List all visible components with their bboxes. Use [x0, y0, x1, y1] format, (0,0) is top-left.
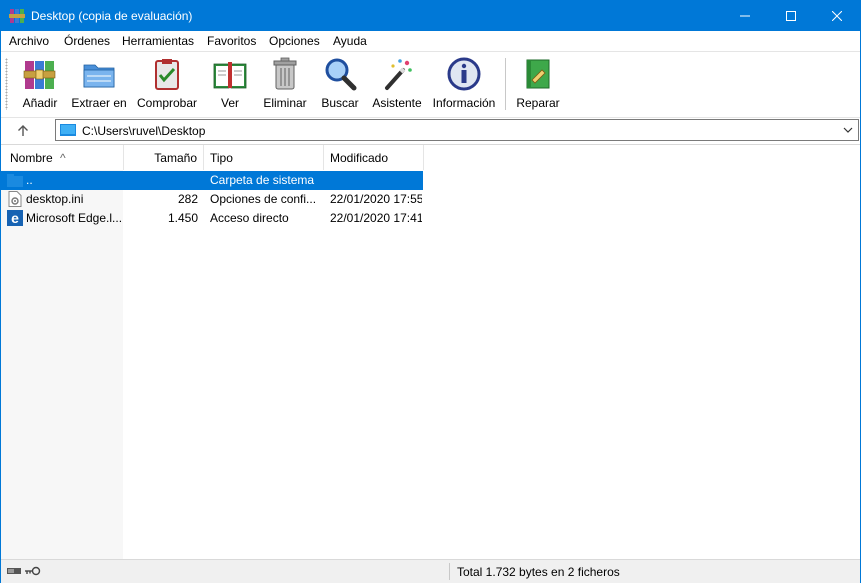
column-modified-label: Modificado [330, 151, 389, 165]
status-divider [449, 563, 450, 580]
info-label: Información [432, 96, 496, 110]
menu-ayuda[interactable]: Ayuda [333, 34, 367, 48]
address-path: C:\Users\ruvel\Desktop [82, 124, 206, 138]
find-label: Buscar [321, 96, 359, 110]
status-total: Total 1.732 bytes en 2 ficheros [457, 565, 620, 579]
key-icon[interactable] [25, 566, 41, 576]
winrar-app-icon[interactable] [9, 8, 25, 24]
view-button[interactable]: Ver [208, 56, 252, 114]
maximize-button[interactable] [768, 1, 814, 31]
row-name: desktop.ini [26, 192, 84, 206]
table-row[interactable]: e Microsoft Edge.l... 1.450 Acceso direc… [1, 209, 423, 228]
wizard-button[interactable]: Asistente [371, 56, 423, 114]
delete-button[interactable]: Eliminar [261, 56, 309, 114]
add-button[interactable]: Añadir [21, 56, 59, 114]
svg-text:e: e [11, 210, 19, 226]
toolbar: Añadir Extraer en Comprobar Ver Eliminar… [1, 52, 860, 116]
up-folder-button[interactable] [13, 122, 33, 140]
info-icon [447, 57, 481, 91]
menu-bar: Archivo Órdenes Herramientas Favoritos O… [1, 31, 860, 52]
test-label: Comprobar [136, 96, 198, 110]
row-type: Carpeta de sistema [210, 173, 315, 187]
row-name: .. [26, 173, 33, 187]
add-label: Añadir [22, 96, 58, 110]
settings-file-icon [8, 191, 22, 207]
menu-favoritos[interactable]: Favoritos [207, 34, 256, 48]
info-button[interactable]: Información [431, 56, 497, 114]
column-header-modified[interactable]: Modificado [324, 145, 424, 170]
address-field[interactable]: C:\Users\ruvel\Desktop [55, 119, 859, 141]
repair-button[interactable]: Reparar [516, 56, 560, 114]
view-book-icon [213, 62, 247, 89]
column-name-label: Nombre [10, 151, 53, 165]
magnifier-icon [325, 58, 357, 91]
wizard-label: Asistente [372, 96, 422, 110]
test-button[interactable]: Comprobar [135, 56, 199, 114]
toolbar-grip[interactable] [5, 58, 8, 110]
chevron-down-icon [843, 127, 853, 133]
menu-opciones[interactable]: Opciones [269, 34, 320, 48]
row-modified: 22/01/2020 17:55 [330, 192, 422, 206]
repair-label: Reparar [516, 96, 560, 110]
edge-icon: e [7, 210, 23, 226]
window-title: Desktop (copia de evaluación) [31, 9, 193, 23]
menu-archivo[interactable]: Archivo [9, 34, 49, 48]
column-type-label: Tipo [210, 151, 233, 165]
column-size-label: Tamaño [154, 151, 197, 165]
add-archive-icon [23, 61, 56, 89]
extract-button[interactable]: Extraer en [71, 56, 127, 114]
row-modified: 22/01/2020 17:41 [330, 211, 422, 225]
close-button[interactable] [814, 1, 860, 31]
minimize-button[interactable] [722, 1, 768, 31]
up-arrow-icon [18, 125, 28, 136]
column-header-name[interactable]: ^ Nombre [1, 145, 124, 170]
address-row: C:\Users\ruvel\Desktop [1, 117, 860, 144]
menu-ordenes[interactable]: Órdenes [64, 34, 110, 48]
column-header-size[interactable]: Tamaño [124, 145, 204, 170]
row-type: Acceso directo [210, 211, 289, 225]
delete-label: Eliminar [263, 96, 307, 110]
toolbar-separator [505, 58, 506, 110]
title-bar: Desktop (copia de evaluación) [1, 1, 860, 31]
sort-ascending-icon: ^ [60, 151, 66, 165]
drive-icon[interactable] [7, 567, 21, 575]
test-clipboard-icon [155, 59, 179, 90]
maximize-icon [786, 11, 796, 21]
view-label: Ver [220, 96, 239, 110]
winrar-window: Desktop (copia de evaluación) Archivo Ór… [0, 0, 861, 583]
address-dropdown-button[interactable] [840, 122, 856, 138]
folder-icon [7, 174, 23, 187]
column-header-type[interactable]: Tipo [204, 145, 324, 170]
status-bar: Total 1.732 bytes en 2 ficheros [1, 559, 860, 583]
minimize-icon [740, 15, 750, 17]
trash-icon [273, 57, 297, 90]
row-size: 1.450 [167, 211, 198, 225]
desktop-icon [60, 124, 76, 136]
table-row[interactable]: .. Carpeta de sistema [1, 171, 423, 190]
menu-herramientas[interactable]: Herramientas [122, 34, 194, 48]
repair-kit-icon [526, 59, 550, 89]
extract-folder-icon [83, 64, 115, 88]
row-size: 282 [177, 192, 198, 206]
close-icon [832, 11, 842, 21]
row-name: Microsoft Edge.l... [26, 211, 123, 225]
table-row[interactable]: desktop.ini 282 Opciones de confi... 22/… [1, 190, 423, 209]
file-list[interactable]: ^ Nombre Tamaño Tipo Modificado .. Carpe… [1, 144, 860, 559]
extract-label: Extraer en [71, 96, 127, 110]
find-button[interactable]: Buscar [319, 56, 361, 114]
magic-wand-icon [385, 59, 412, 90]
row-type: Opciones de confi... [210, 192, 317, 206]
